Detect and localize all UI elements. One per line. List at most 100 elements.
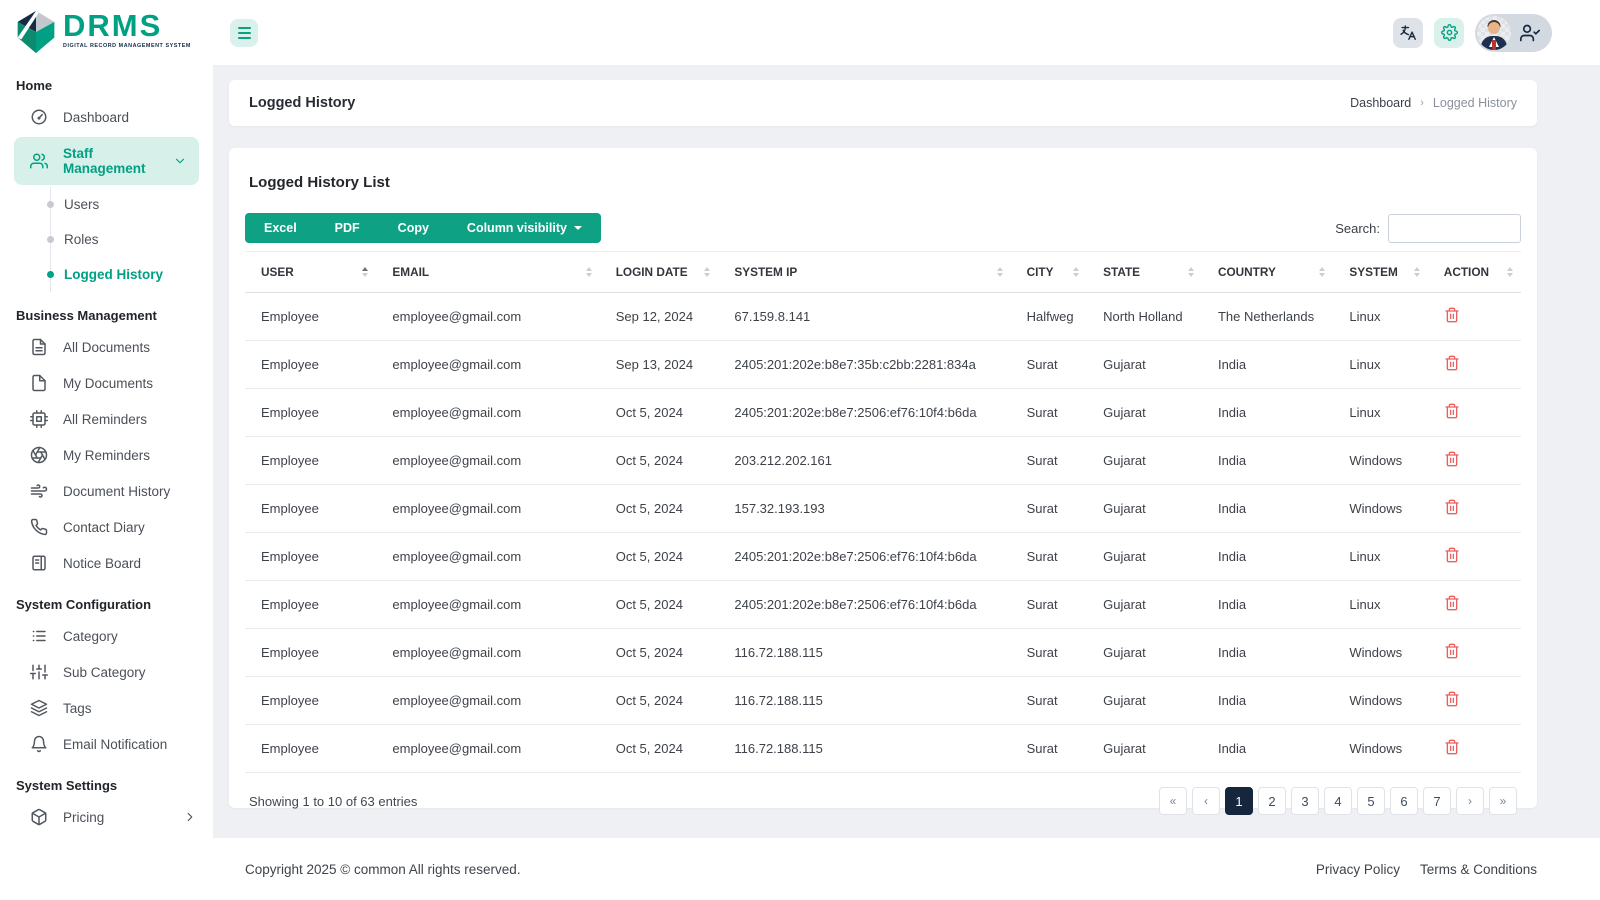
pdf-button[interactable]: PDF — [315, 213, 379, 243]
settings-button[interactable] — [1434, 17, 1464, 48]
cell-state: Gujarat — [1087, 436, 1202, 485]
delete-button[interactable] — [1444, 451, 1460, 467]
sidebar-item-document-history[interactable]: Document History — [0, 473, 213, 509]
sidebar-item-roles[interactable]: Roles — [47, 222, 213, 257]
cell-system: Windows — [1333, 628, 1428, 677]
search-input[interactable] — [1388, 213, 1521, 243]
column-header-login-date[interactable]: LOGIN DATE — [599, 251, 719, 293]
sidebar-item-label: Email Notification — [63, 736, 168, 752]
cell-user: Employee — [245, 628, 377, 677]
sidebar-item-contact-diary[interactable]: Contact Diary — [0, 509, 213, 545]
footer-link-terms-conditions[interactable]: Terms & Conditions — [1420, 862, 1537, 877]
delete-button[interactable] — [1444, 403, 1460, 419]
table-body: Employee employee@gmail.com Sep 12, 2024 67… — [245, 292, 1521, 773]
sidebar-item-label: Sub Category — [63, 664, 146, 680]
avatar — [1477, 15, 1511, 50]
excel-button[interactable]: Excel — [245, 213, 316, 243]
sidebar-item-label: Tags — [63, 700, 92, 716]
sort-icon — [1187, 267, 1194, 277]
delete-button[interactable] — [1444, 595, 1460, 611]
pagination-page-6[interactable]: 6 — [1390, 787, 1418, 815]
bullet-dot-icon — [47, 271, 54, 278]
delete-button[interactable] — [1444, 739, 1460, 755]
translate-button[interactable] — [1393, 17, 1423, 48]
cell-system: Windows — [1333, 484, 1428, 533]
sidebar-item-all-reminders[interactable]: All Reminders — [0, 401, 213, 437]
cell-user: Employee — [245, 532, 377, 581]
copy-button[interactable]: Copy — [378, 213, 448, 243]
cell-login-date: Sep 12, 2024 — [599, 292, 719, 341]
sidebar-item-my-reminders[interactable]: My Reminders — [0, 437, 213, 473]
sidebar-item-sub-category[interactable]: Sub Category — [0, 654, 213, 690]
delete-button[interactable] — [1444, 307, 1460, 323]
column-header-city[interactable]: CITY — [1010, 251, 1088, 293]
menu-toggle-button[interactable] — [230, 18, 258, 47]
sidebar-item-dashboard[interactable]: Dashboard — [0, 99, 213, 135]
cell-user: Employee — [245, 340, 377, 389]
pagination-page-1[interactable]: 1 — [1225, 787, 1253, 815]
user-profile-button[interactable] — [1475, 13, 1552, 52]
aperture-icon — [30, 446, 48, 464]
sidebar-item-label: All Documents — [63, 339, 151, 355]
cell-action — [1427, 628, 1521, 677]
column-header-email[interactable]: EMAIL — [376, 251, 600, 293]
cell-system: Windows — [1333, 676, 1428, 725]
delete-button[interactable] — [1444, 691, 1460, 707]
table-footer: Showing 1 to 10 of 63 entries «‹ 1 2 3 4 5 6 7 ›… — [245, 787, 1521, 815]
footer: Copyright 2025 © common All rights reser… — [213, 838, 1600, 900]
pagination-page-3[interactable]: 3 — [1291, 787, 1319, 815]
bullet-dot-icon — [47, 201, 54, 208]
cell-country: India — [1201, 676, 1334, 725]
column-visibility-button[interactable]: Column visibility — [447, 213, 601, 243]
breadcrumb-dashboard[interactable]: Dashboard — [1350, 96, 1411, 110]
sidebar-item-staff-management[interactable]: Staff Management — [14, 137, 199, 185]
pagination-page-7[interactable]: 7 — [1423, 787, 1451, 815]
cell-action — [1427, 388, 1521, 437]
sidebar-item-notice-board[interactable]: Notice Board — [0, 545, 213, 581]
sidebar-item-label: All Reminders — [63, 411, 148, 427]
column-header-country[interactable]: COUNTRY — [1201, 251, 1334, 293]
page-header: Logged History Dashboard › Logged Histor… — [229, 80, 1537, 126]
column-header-state[interactable]: STATE — [1087, 251, 1202, 293]
sidebar-item-tags[interactable]: Tags — [0, 690, 213, 726]
showing-entries-text: Showing 1 to 10 of 63 entries — [249, 793, 418, 809]
sidebar-item-my-documents[interactable]: My Documents — [0, 365, 213, 401]
cell-city: Surat — [1010, 436, 1088, 485]
sidebar-item-label: Logged History — [64, 267, 164, 282]
app-logo[interactable]: DRMS DIGITAL RECORD MANAGEMENT SYSTEM — [0, 0, 213, 62]
delete-button[interactable] — [1444, 547, 1460, 563]
sidebar-item-pricing[interactable]: Pricing — [0, 799, 213, 835]
cell-login-date: Oct 5, 2024 — [599, 628, 719, 677]
cell-state: Gujarat — [1087, 340, 1202, 389]
delete-button[interactable] — [1444, 643, 1460, 659]
trash-icon — [1444, 547, 1460, 563]
footer-link-privacy-policy[interactable]: Privacy Policy — [1316, 862, 1400, 877]
delete-button[interactable] — [1444, 355, 1460, 371]
sidebar-item-logged-history[interactable]: Logged History — [47, 257, 213, 292]
sidebar-item-category[interactable]: Category — [0, 618, 213, 654]
cell-city: Surat — [1010, 484, 1088, 533]
sidebar-item-users[interactable]: Users — [47, 187, 213, 222]
pagination-first[interactable]: « — [1159, 787, 1187, 815]
breadcrumb-logged-history: Logged History — [1432, 96, 1517, 110]
column-header-action[interactable]: ACTION — [1427, 251, 1521, 293]
cell-system-ip: 2405:201:202e:b8e7:2506:ef76:10f4:b6da — [718, 388, 1011, 437]
pagination-page-4[interactable]: 4 — [1324, 787, 1352, 815]
column-header-system-ip[interactable]: SYSTEM IP — [718, 251, 1011, 293]
pagination-next[interactable]: › — [1456, 787, 1484, 815]
cell-email: employee@gmail.com — [376, 724, 600, 773]
page-title: Logged History — [249, 95, 356, 111]
delete-button[interactable] — [1444, 499, 1460, 515]
column-header-system[interactable]: SYSTEM — [1333, 251, 1428, 293]
sort-icon — [362, 267, 369, 277]
cell-user: Employee — [245, 388, 377, 437]
pagination-page-2[interactable]: 2 — [1258, 787, 1286, 815]
app-tagline: DIGITAL RECORD MANAGEMENT SYSTEM — [63, 43, 191, 49]
pagination-prev[interactable]: ‹ — [1192, 787, 1220, 815]
pagination-last[interactable]: » — [1489, 787, 1517, 815]
pagination: «‹ 1 2 3 4 5 6 7 ›» — [1159, 787, 1517, 815]
column-header-user[interactable]: USER — [245, 251, 377, 293]
sidebar-item-email-notification[interactable]: Email Notification — [0, 726, 213, 762]
pagination-page-5[interactable]: 5 — [1357, 787, 1385, 815]
sidebar-item-all-documents[interactable]: All Documents — [0, 329, 213, 365]
